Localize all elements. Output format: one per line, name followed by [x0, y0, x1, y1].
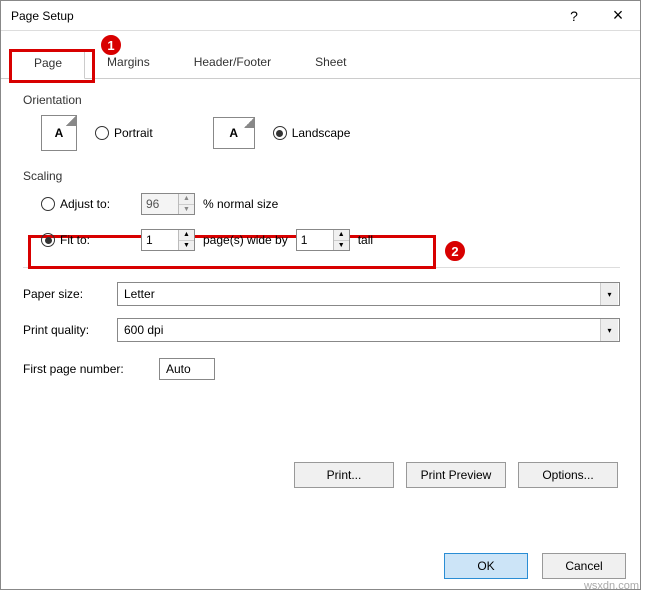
paper-size-value: Letter [124, 287, 155, 301]
dialog-footer: OK Cancel [15, 553, 626, 579]
adjust-to-suffix: % normal size [203, 197, 278, 211]
watermark: wsxdn.com [584, 580, 639, 592]
landscape-icon: A [213, 117, 255, 149]
print-quality-combo[interactable]: 600 dpi ▾ [117, 318, 620, 342]
fit-tall-spinner[interactable]: ▲▼ [296, 229, 350, 251]
adjust-to-label: Adjust to: [60, 197, 110, 211]
landscape-radio[interactable]: Landscape [273, 126, 351, 140]
print-quality-label: Print quality: [23, 323, 117, 337]
fit-wide-spinner[interactable]: ▲▼ [141, 229, 195, 251]
paper-size-row: Paper size: Letter ▾ [23, 282, 620, 306]
adjust-to-spinner[interactable]: ▲▼ [141, 193, 195, 215]
annotation-1: 1 [99, 33, 123, 57]
fit-to-radio[interactable]: Fit to: [41, 233, 133, 247]
fit-to-row: Fit to: ▲▼ page(s) wide by ▲▼ tall [41, 227, 620, 253]
tab-margins[interactable]: Margins [85, 49, 172, 79]
fit-tall-input[interactable] [297, 230, 333, 250]
adjust-to-radio[interactable]: Adjust to: [41, 197, 133, 211]
tab-strip: Page Margins Header/Footer Sheet [1, 49, 640, 79]
print-button[interactable]: Print... [294, 462, 394, 488]
adjust-to-row: Adjust to: ▲▼ % normal size [41, 191, 620, 217]
cancel-button[interactable]: Cancel [542, 553, 626, 579]
chevron-down-icon: ▾ [600, 283, 618, 305]
annotation-2: 2 [443, 239, 467, 263]
print-preview-button[interactable]: Print Preview [406, 462, 506, 488]
print-quality-row: Print quality: 600 dpi ▾ [23, 318, 620, 342]
spinner-arrows[interactable]: ▲▼ [178, 194, 194, 214]
portrait-icon: A [41, 115, 77, 151]
titlebar: Page Setup ? × [1, 1, 640, 31]
fit-mid-label: page(s) wide by [203, 233, 288, 247]
paper-size-label: Paper size: [23, 287, 117, 301]
portrait-radio[interactable]: Portrait [95, 126, 153, 140]
radio-circle-selected [273, 126, 287, 140]
first-page-input[interactable]: Auto [159, 358, 215, 380]
fit-suffix-label: tall [358, 233, 373, 247]
help-button[interactable]: ? [552, 1, 596, 31]
separator [23, 267, 620, 268]
spinner-arrows[interactable]: ▲▼ [333, 230, 349, 250]
tab-sheet[interactable]: Sheet [293, 49, 368, 79]
close-button[interactable]: × [596, 1, 640, 31]
scaling-section: Scaling Adjust to: ▲▼ % normal size 2 [23, 169, 620, 253]
dialog-title: Page Setup [11, 9, 552, 23]
options-button[interactable]: Options... [518, 462, 618, 488]
radio-circle-selected [41, 233, 55, 247]
print-quality-value: 600 dpi [124, 323, 163, 337]
first-page-row: First page number: Auto [23, 358, 620, 380]
radio-circle [41, 197, 55, 211]
portrait-radio-label: Portrait [114, 126, 153, 140]
page-setup-dialog: Page Setup ? × 1 Page Margins Header/Foo… [0, 0, 641, 590]
spinner-arrows[interactable]: ▲▼ [178, 230, 194, 250]
tab-headerfooter[interactable]: Header/Footer [172, 49, 293, 79]
radio-circle [95, 126, 109, 140]
orientation-label: Orientation [23, 93, 620, 107]
dialog-action-row: Print... Print Preview Options... [23, 462, 620, 488]
fit-to-label: Fit to: [60, 233, 90, 247]
adjust-to-input[interactable] [142, 194, 178, 214]
first-page-label: First page number: [23, 362, 159, 376]
paper-size-combo[interactable]: Letter ▾ [117, 282, 620, 306]
tab-page[interactable]: Page [11, 49, 85, 79]
scaling-label: Scaling [23, 169, 620, 183]
ok-button[interactable]: OK [444, 553, 528, 579]
tab-content: Orientation A Portrait A Landscape Scali… [1, 79, 640, 488]
fit-wide-input[interactable] [142, 230, 178, 250]
chevron-down-icon: ▾ [600, 319, 618, 341]
landscape-radio-label: Landscape [292, 126, 351, 140]
orientation-row: A Portrait A Landscape [23, 115, 620, 151]
